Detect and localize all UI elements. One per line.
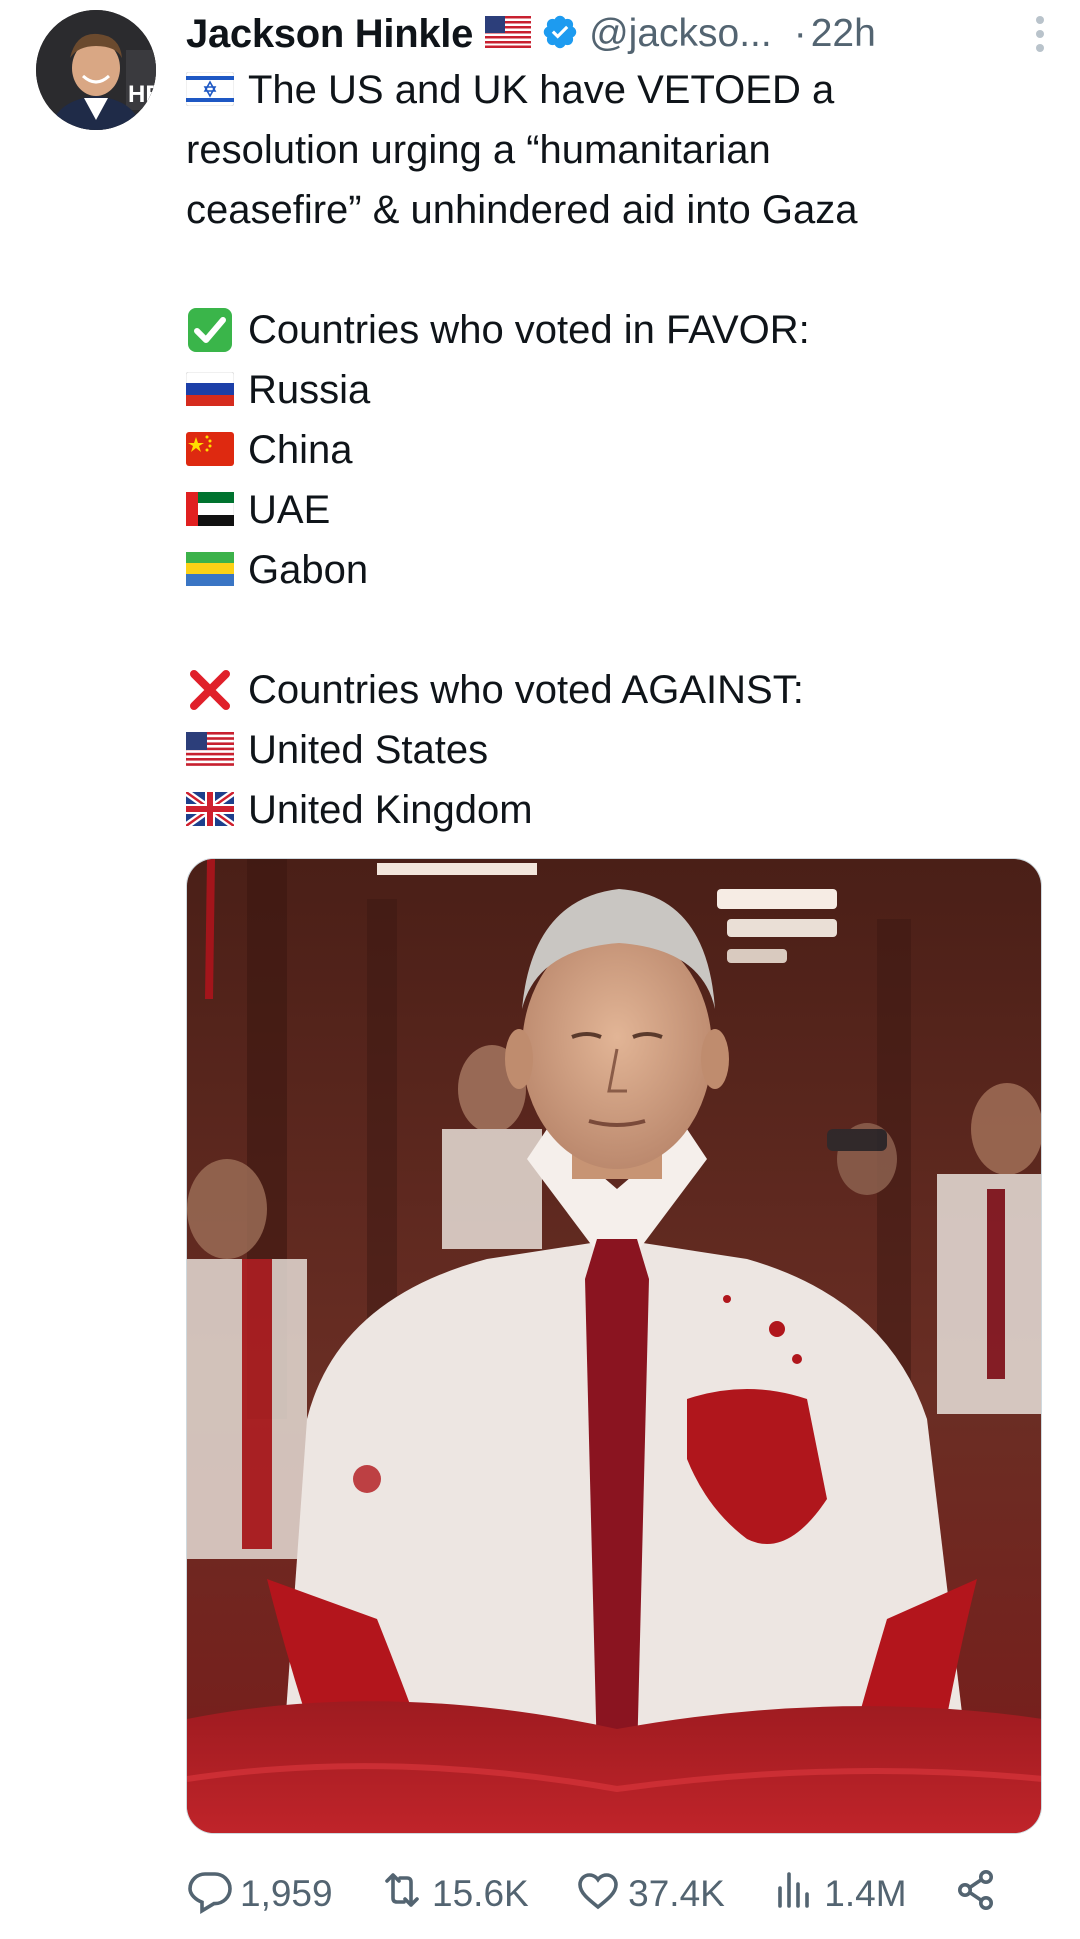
gabon-flag-icon bbox=[186, 552, 234, 588]
tweet-line-text: resolution urging a “humanitarian bbox=[186, 128, 771, 172]
us-flag-icon bbox=[186, 732, 234, 768]
tweet-time[interactable]: 22h bbox=[811, 12, 876, 56]
uae-flag-icon bbox=[186, 492, 234, 528]
russia-flag-icon bbox=[186, 372, 234, 408]
retweet-button[interactable]: 15.6K bbox=[378, 1866, 529, 1923]
tweet-line: Gabon bbox=[186, 540, 1046, 600]
tweet-line: Countries who voted in FAVOR: bbox=[186, 300, 1046, 360]
like-count: 37.4K bbox=[628, 1873, 725, 1914]
tweet-line-text: Countries who voted in FAVOR: bbox=[248, 308, 810, 352]
tweet-line: Russia bbox=[186, 360, 1046, 420]
tweet-line-text: The US and UK have VETOED a bbox=[248, 68, 835, 112]
more-options-icon[interactable] bbox=[1030, 12, 1050, 56]
tweet-line-text: Countries who voted AGAINST: bbox=[248, 668, 804, 712]
share-icon bbox=[952, 1866, 1006, 1923]
tweet-image[interactable] bbox=[186, 858, 1042, 1834]
tweet-line-text: China bbox=[248, 428, 353, 472]
cross-mark-icon bbox=[186, 670, 234, 710]
share-button[interactable] bbox=[952, 1866, 1006, 1923]
tweet-line-text: United States bbox=[248, 728, 489, 772]
svg-text:HB: HB bbox=[128, 81, 156, 108]
israel-flag-icon bbox=[186, 72, 234, 108]
tweet-line: The US and UK have VETOED a bbox=[186, 60, 1046, 120]
views-button[interactable]: 1.4M bbox=[770, 1866, 907, 1923]
tweet-line: United Kingdom bbox=[186, 780, 1046, 840]
tweet-text: The US and UK have VETOED a resolution u… bbox=[186, 60, 1046, 840]
views-chart-icon bbox=[770, 1866, 824, 1923]
china-flag-icon bbox=[186, 432, 234, 468]
tweet-line-text: UAE bbox=[248, 488, 331, 532]
separator: · bbox=[793, 12, 807, 55]
author-avatar[interactable]: HB bbox=[36, 10, 156, 130]
tweet-line: UAE bbox=[186, 480, 1046, 540]
tweet-line: China bbox=[186, 420, 1046, 480]
author-handle[interactable]: @jackso... bbox=[589, 12, 772, 56]
check-mark-icon bbox=[186, 308, 234, 352]
tweet-line-text: Gabon bbox=[248, 548, 369, 592]
tweet-line-text: ceasefire” & unhindered aid into Gaza bbox=[186, 188, 858, 232]
author-name[interactable]: Jackson Hinkle bbox=[186, 12, 473, 57]
view-count: 1.4M bbox=[824, 1873, 907, 1914]
reply-button[interactable]: 1,959 bbox=[186, 1866, 333, 1923]
verified-badge-icon[interactable] bbox=[541, 13, 579, 56]
reply-count: 1,959 bbox=[240, 1873, 333, 1914]
reply-icon bbox=[186, 1866, 240, 1923]
tweet-header: Jackson Hinkle @jackso... · 22h bbox=[186, 8, 1056, 60]
like-button[interactable]: 37.4K bbox=[574, 1866, 725, 1923]
tweet-line: Countries who voted AGAINST: bbox=[186, 660, 1046, 720]
retweet-icon bbox=[378, 1866, 432, 1923]
tweet-line: United States bbox=[186, 720, 1046, 780]
us-flag-icon bbox=[485, 15, 532, 53]
uk-flag-icon bbox=[186, 792, 234, 828]
tweet-line-text: Russia bbox=[248, 368, 371, 412]
heart-icon bbox=[574, 1866, 628, 1923]
retweet-count: 15.6K bbox=[432, 1873, 529, 1914]
action-bar: 1,959 15.6K 37.4K 1.4M bbox=[186, 1862, 1006, 1926]
tweet-line: resolution urging a “humanitarian bbox=[186, 120, 1046, 180]
tweet-line-text: United Kingdom bbox=[248, 788, 533, 832]
tweet-line: ceasefire” & unhindered aid into Gaza bbox=[186, 180, 1046, 240]
